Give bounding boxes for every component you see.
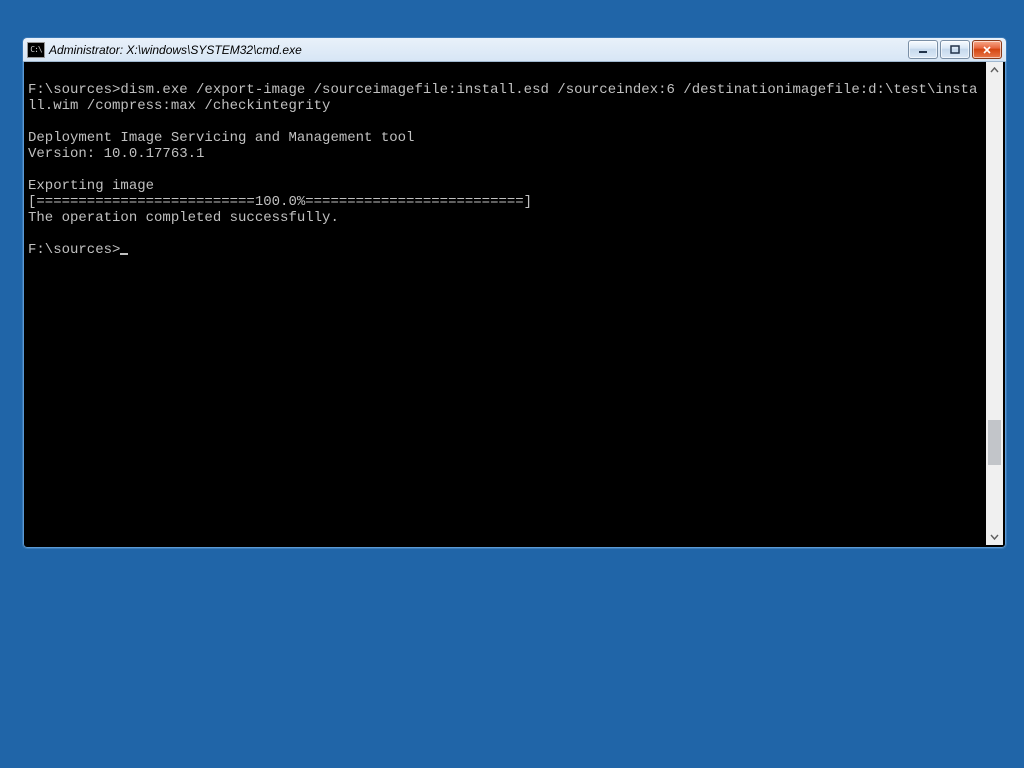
line-toolname: Deployment Image Servicing and Managemen… xyxy=(28,130,414,146)
window-controls xyxy=(908,40,1004,59)
cmd-window: C:\ Administrator: X:\windows\SYSTEM32\c… xyxy=(22,37,1007,549)
cursor-icon xyxy=(120,253,128,255)
minimize-button[interactable] xyxy=(908,40,938,59)
window-title: Administrator: X:\windows\SYSTEM32\cmd.e… xyxy=(49,43,302,57)
line-version: Version: 10.0.17763.1 xyxy=(28,146,204,162)
vertical-scrollbar[interactable] xyxy=(986,62,1003,545)
maximize-button[interactable] xyxy=(940,40,970,59)
cmd-icon: C:\ xyxy=(27,42,45,58)
line-progress: [==========================100.0%=======… xyxy=(28,194,532,210)
line-success: The operation completed successfully. xyxy=(28,210,339,226)
client-area: F:\sources>dism.exe /export-image /sourc… xyxy=(26,62,1003,545)
scroll-thumb[interactable] xyxy=(988,420,1001,465)
close-button[interactable] xyxy=(972,40,1002,59)
line-prompt: F:\sources> xyxy=(28,242,120,258)
terminal-output[interactable]: F:\sources>dism.exe /export-image /sourc… xyxy=(26,62,986,545)
line-command: F:\sources>dism.exe /export-image /sourc… xyxy=(28,82,977,114)
line-exporting: Exporting image xyxy=(28,178,154,194)
scroll-up-button[interactable] xyxy=(986,62,1003,79)
scroll-down-button[interactable] xyxy=(986,528,1003,545)
scroll-track[interactable] xyxy=(986,79,1003,528)
titlebar[interactable]: C:\ Administrator: X:\windows\SYSTEM32\c… xyxy=(23,38,1006,62)
